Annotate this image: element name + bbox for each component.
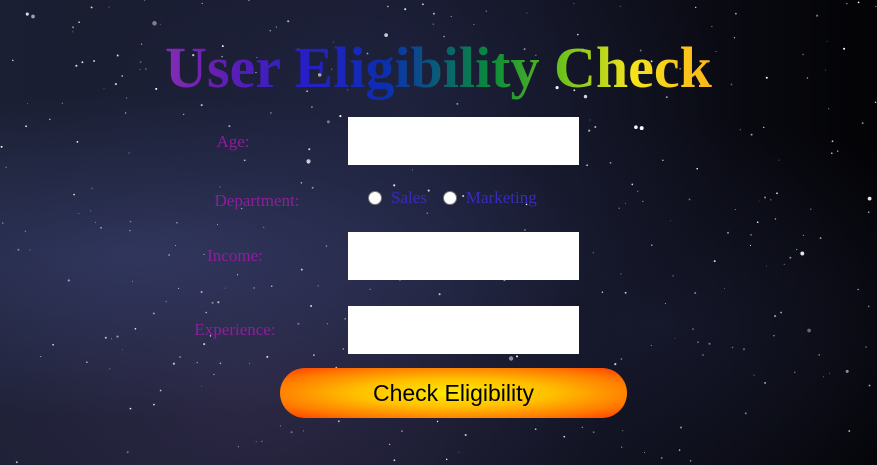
income-label: Income: <box>207 246 263 265</box>
income-input[interactable] <box>348 232 579 280</box>
experience-label: Experience: <box>194 320 276 339</box>
marketing-radio[interactable] <box>442 191 457 205</box>
department-label: Department: <box>214 191 300 210</box>
check-eligibility-button[interactable]: Check Eligibility <box>280 368 627 418</box>
experience-input[interactable] <box>348 306 579 354</box>
age-input[interactable] <box>348 117 579 165</box>
page-title: User Eligibility Check <box>0 34 877 102</box>
eligibility-app: User Eligibility Check Age: Department: … <box>0 0 877 465</box>
department-radio-group: Sales Marketing <box>368 188 553 208</box>
sales-radio[interactable] <box>368 191 382 205</box>
sales-radio-label[interactable]: Sales <box>391 188 427 208</box>
marketing-radio-label[interactable]: Marketing <box>466 188 537 208</box>
age-label: Age: <box>216 132 250 151</box>
